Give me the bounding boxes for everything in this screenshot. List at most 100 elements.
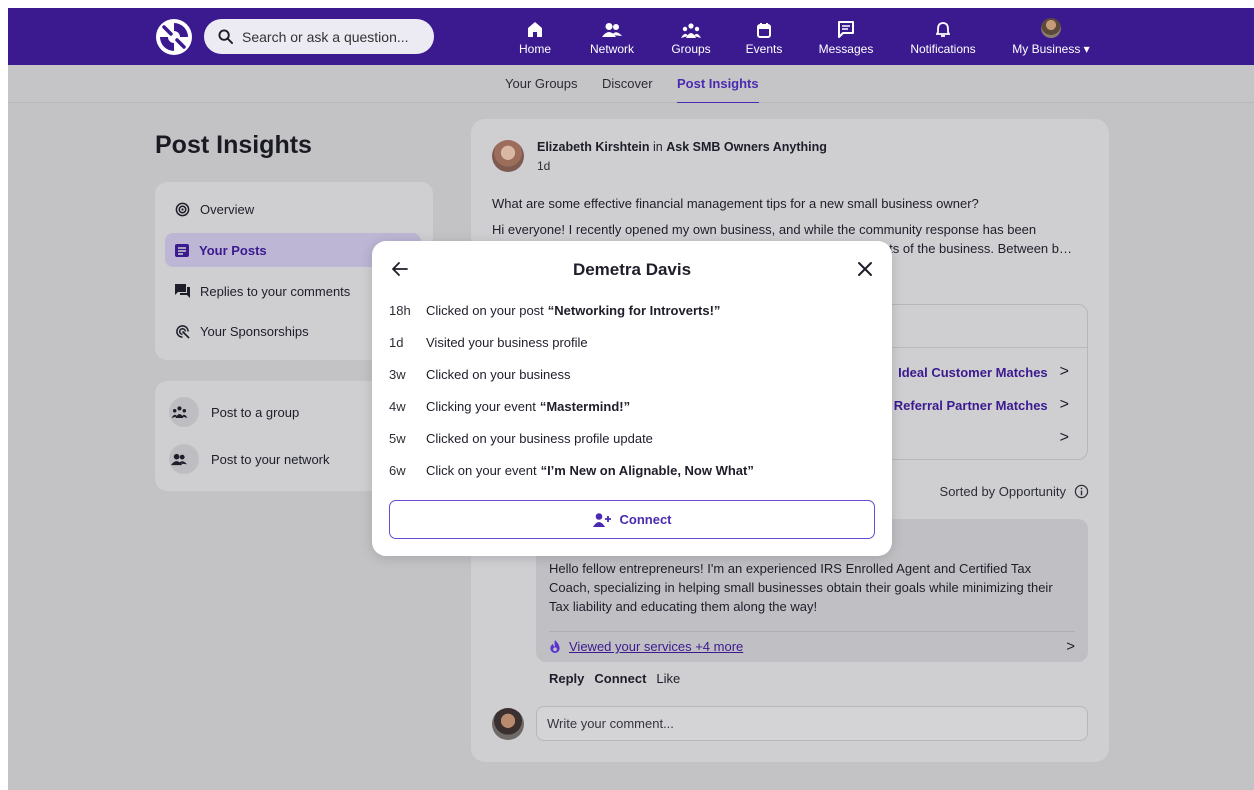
activity-time: 3w	[389, 366, 406, 382]
sidebar-label-replies: Replies to your comments	[200, 283, 351, 299]
activity-time: 1d	[389, 334, 404, 350]
activity-text: Clicked on your business	[426, 366, 571, 382]
activity-row: 18h Clicked on your post “Networking for…	[389, 301, 720, 319]
comment-text: Hello fellow entrepreneurs! I'm an exper…	[549, 561, 1053, 614]
matches-more-link[interactable]: >	[1048, 429, 1069, 447]
sidebar-item-overview[interactable]: Overview	[165, 192, 421, 226]
referral-partner-matches-label: Referral Partner Matches	[893, 397, 1048, 413]
groups-icon	[171, 406, 187, 418]
nav-home[interactable]: Home	[511, 16, 559, 60]
activity-text: Click on your event	[426, 462, 537, 478]
groups-sub-navigation: Your Groups Discover Post Insights	[8, 65, 1254, 104]
chevron-right-icon: >	[1059, 396, 1069, 413]
activity-text: Clicked on your post	[426, 302, 544, 318]
nav-my-business[interactable]: My Business ▾	[1006, 16, 1096, 60]
post-time: 1d	[537, 159, 551, 173]
posts-icon	[175, 243, 189, 257]
activity-time: 6w	[389, 462, 406, 478]
activity-row: 4w Clicking your event “Mastermind!”	[389, 397, 630, 415]
nav-label-events: Events	[745, 42, 783, 56]
activity-text: Visited your business profile	[426, 334, 588, 350]
modal-title: Demetra Davis	[572, 260, 692, 279]
sort-control[interactable]: Sorted by Opportunity	[940, 484, 1089, 499]
chevron-right-icon: >	[1059, 363, 1069, 380]
nav-network[interactable]: Network	[584, 16, 640, 60]
tab-post-insights[interactable]: Post Insights	[677, 76, 759, 104]
add-person-icon	[592, 512, 611, 527]
ideal-customer-matches-label: Ideal Customer Matches	[898, 364, 1048, 380]
messages-icon	[838, 21, 854, 38]
nav-label-network: Network	[589, 42, 634, 56]
like-button[interactable]: Like	[656, 671, 680, 686]
sidebar-label-your-posts: Your Posts	[199, 242, 267, 258]
info-icon[interactable]	[1074, 484, 1089, 499]
home-icon	[528, 22, 542, 37]
chevron-right-icon: >	[1059, 429, 1069, 446]
activity-target[interactable]: “Networking for Introverts!”	[548, 303, 721, 318]
nav-messages[interactable]: Messages	[816, 16, 876, 60]
activity-time: 5w	[389, 430, 406, 446]
post-in-word: in	[653, 140, 663, 154]
activity-row: 6w Click on your event “I’m New on Align…	[389, 461, 754, 479]
overview-icon	[175, 202, 190, 216]
search-bar[interactable]	[204, 19, 434, 54]
activity-modal: Demetra Davis 18h Clicked on your post “…	[372, 241, 892, 556]
nav-notifications[interactable]: Notifications	[907, 16, 979, 60]
activity-text: Clicked on your business profile update	[426, 430, 653, 446]
close-icon[interactable]	[856, 260, 874, 278]
activity-text: Clicking your event	[426, 398, 536, 414]
post-to-group-label: Post to a group	[211, 404, 300, 420]
activity-target[interactable]: “I’m New on Alignable, Now What”	[541, 463, 754, 478]
top-navigation-bar: Home Network Groups Events Messages Noti…	[8, 8, 1254, 68]
tab-discover[interactable]: Discover	[602, 76, 653, 91]
search-input[interactable]	[242, 28, 422, 45]
ideal-customer-matches-link[interactable]: Ideal Customer Matches >	[898, 363, 1069, 381]
page-title: Post Insights	[155, 131, 312, 159]
connect-button[interactable]: Connect	[389, 500, 875, 539]
post-author[interactable]: Elizabeth Kirshtein	[537, 140, 650, 154]
nav-label-groups: Groups	[671, 42, 711, 56]
network-icon	[171, 453, 187, 465]
nav-label-notifications: Notifications	[910, 42, 976, 56]
viewed-services-link[interactable]: Viewed your services +4 more >	[549, 631, 1075, 655]
groups-icon	[681, 23, 701, 38]
post-body-line1: Hi everyone! I recently opened my own bu…	[492, 222, 1037, 237]
post-header: Elizabeth Kirshtein in Ask SMB Owners An…	[537, 140, 827, 154]
sidebar-label-overview: Overview	[200, 201, 255, 217]
reply-button[interactable]: Reply	[549, 671, 584, 686]
post-to-network-label: Post to your network	[211, 451, 330, 467]
author-avatar[interactable]	[492, 140, 524, 172]
tab-your-groups[interactable]: Your Groups	[505, 76, 578, 91]
activity-time: 4w	[389, 398, 406, 414]
chevron-right-icon: >	[1066, 638, 1075, 655]
user-avatar	[1041, 18, 1061, 38]
nav-label-home: Home	[518, 42, 551, 56]
comment-input[interactable]	[536, 706, 1088, 741]
comment-actions: Reply Connect Like	[549, 671, 690, 686]
nav-label-messages: Messages	[818, 42, 874, 56]
connect-link[interactable]: Connect	[594, 671, 646, 686]
activity-target[interactable]: “Mastermind!”	[540, 399, 630, 414]
sponsorship-icon	[176, 324, 190, 339]
calendar-icon	[757, 23, 771, 38]
bell-icon	[936, 22, 950, 37]
current-user-avatar	[492, 708, 524, 740]
replies-icon	[175, 284, 190, 298]
activity-row: 5w Clicked on your business profile upda…	[389, 429, 653, 447]
nav-events[interactable]: Events	[742, 16, 786, 60]
post-question: What are some effective financial manage…	[492, 196, 979, 211]
activity-row: 3w Clicked on your business	[389, 365, 571, 383]
nav-groups[interactable]: Groups	[668, 16, 714, 68]
flame-icon	[550, 640, 560, 653]
referral-partner-matches-link[interactable]: Referral Partner Matches >	[894, 396, 1069, 414]
viewed-services-label: Viewed your services +4 more	[569, 639, 744, 654]
post-group[interactable]: Ask SMB Owners Anything	[666, 140, 827, 154]
alignable-logo-icon[interactable]	[155, 18, 193, 56]
nav-label-my-business: My Business ▾	[1012, 42, 1090, 56]
sort-label: Sorted by Opportunity	[939, 484, 1066, 499]
sidebar-label-sponsorships: Your Sponsorships	[200, 323, 309, 339]
activity-time: 18h	[389, 302, 411, 318]
search-icon	[218, 29, 233, 44]
connect-button-label: Connect	[619, 512, 672, 527]
activity-row: 1d Visited your business profile	[389, 333, 588, 351]
